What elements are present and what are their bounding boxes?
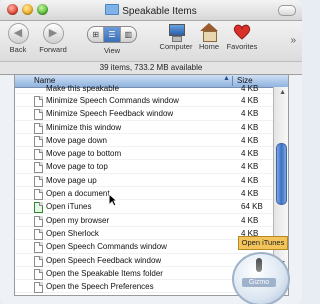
item-name: Open a document (46, 189, 110, 199)
icon-view-icon[interactable]: ⊞ (88, 27, 105, 42)
sort-ascending-icon: ▲ (223, 75, 230, 82)
window-title-text: Speakable Items (122, 6, 197, 17)
speech-feedback-window[interactable]: Gizmo (230, 250, 290, 304)
list-item[interactable]: Minimize this window 4 KB (15, 121, 273, 134)
item-size: 4 KB (241, 149, 259, 159)
document-icon (34, 162, 43, 174)
item-name: Minimize Speech Feedback window (46, 109, 174, 119)
item-name: Open the Speech Preferences (46, 282, 154, 292)
item-size: 4 KB (241, 109, 259, 119)
list-item[interactable]: Open my browser 4 KB (15, 214, 273, 227)
item-name: Make this speakable (46, 84, 119, 93)
document-icon (34, 295, 43, 296)
title-bar[interactable]: Speakable Items (0, 0, 302, 21)
document-icon (34, 109, 43, 121)
list-item[interactable]: Move page to bottom 4 KB (15, 147, 273, 161)
item-size: 4 KB (241, 162, 259, 172)
document-icon (34, 149, 43, 161)
scroll-up-icon[interactable]: ▲ (279, 89, 286, 96)
back-button[interactable]: ◀ Back (6, 23, 30, 54)
list-item[interactable]: Open a document 4 KB (15, 187, 273, 201)
favorites-label: Favorites (226, 42, 258, 51)
item-size: 4 KB (241, 215, 259, 225)
item-size: 64 KB (241, 202, 263, 212)
item-name: Paste the clipboard here (46, 294, 133, 295)
list-item[interactable]: Open iTunes 64 KB (15, 200, 273, 214)
document-icon (34, 175, 43, 187)
heart-icon (232, 23, 252, 41)
view-label: View (103, 46, 121, 55)
speech-character-label: Gizmo (242, 278, 276, 287)
document-icon (34, 122, 43, 134)
toolbar: ◀ Back ▶ Forward ⊞ ☰ ▥ View Computer Hom… (0, 21, 302, 61)
itunes-script-icon (34, 202, 43, 214)
speech-feedback-tooltip: Open iTunes (238, 236, 288, 250)
computer-label: Computer (159, 42, 193, 51)
item-name: Open Sherlock (46, 228, 99, 238)
item-name: Move page to top (46, 162, 108, 172)
scroll-thumb[interactable] (276, 143, 287, 205)
status-bar: 39 items, 733.2 MB available (0, 61, 302, 75)
item-name: Open iTunes (46, 202, 92, 212)
item-name: Move page to bottom (46, 149, 122, 159)
finder-window: Speakable Items ◀ Back ▶ Forward ⊞ ☰ ▥ V… (0, 0, 302, 304)
list-view-icon[interactable]: ☰ (104, 27, 121, 42)
toolbar-toggle-button[interactable] (278, 5, 296, 16)
item-name: Minimize Speech Commands window (46, 96, 179, 105)
item-size: 4 KB (241, 175, 259, 185)
item-size: 4 KB (241, 84, 259, 93)
item-size: 4 KB (241, 96, 259, 105)
item-name: Minimize this window (46, 122, 122, 132)
item-name: Move page up (46, 175, 97, 185)
list-item[interactable]: Minimize Speech Commands window 4 KB (15, 94, 273, 108)
document-icon (34, 135, 43, 147)
document-icon (34, 255, 43, 267)
column-divider[interactable] (232, 76, 233, 86)
forward-button[interactable]: ▶ Forward (34, 23, 72, 54)
column-view-icon[interactable]: ▥ (121, 27, 136, 42)
home-icon (199, 23, 219, 42)
folder-icon (105, 4, 120, 15)
forward-label: Forward (39, 45, 67, 54)
view-control: ⊞ ☰ ▥ View (84, 23, 140, 55)
item-name: Open the Speakable Items folder (46, 268, 163, 278)
back-arrow-icon: ◀ (7, 23, 29, 44)
list-item[interactable]: Move page to top 4 KB (15, 160, 273, 174)
forward-arrow-icon: ▶ (42, 23, 64, 44)
item-name: Open Speech Feedback window (46, 255, 162, 265)
document-icon (34, 268, 43, 280)
item-size: 4 KB (241, 189, 259, 199)
computer-icon (166, 23, 186, 42)
document-icon (34, 215, 43, 227)
computer-button[interactable]: Computer (158, 23, 194, 51)
favorites-button[interactable]: Favorites (222, 23, 262, 51)
document-icon (34, 228, 43, 240)
document-icon (34, 96, 43, 107)
document-icon (34, 189, 43, 201)
toolbar-overflow-icon[interactable]: » (290, 35, 296, 46)
list-item[interactable]: Make this speakable 4 KB (15, 84, 273, 94)
window-title: Speakable Items (0, 4, 302, 17)
item-name: Open Speech Commands window (46, 242, 167, 252)
document-icon (34, 242, 43, 254)
item-size: 4 KB (241, 135, 259, 145)
item-name: Move page down (46, 135, 107, 145)
view-segmented-control[interactable]: ⊞ ☰ ▥ (87, 26, 137, 43)
back-label: Back (9, 45, 27, 54)
list-item[interactable]: Move page down 4 KB (15, 134, 273, 148)
home-button[interactable]: Home (196, 23, 222, 51)
document-icon (34, 282, 43, 294)
item-size: 4 KB (241, 122, 259, 132)
item-name: Open my browser (46, 215, 110, 225)
list-item[interactable]: Minimize Speech Feedback window 4 KB (15, 107, 273, 121)
list-item[interactable]: Open Sherlock 4 KB (15, 227, 273, 241)
list-item[interactable]: Move page up 4 KB (15, 174, 273, 188)
home-label: Home (198, 42, 219, 51)
microphone-icon (256, 258, 262, 272)
